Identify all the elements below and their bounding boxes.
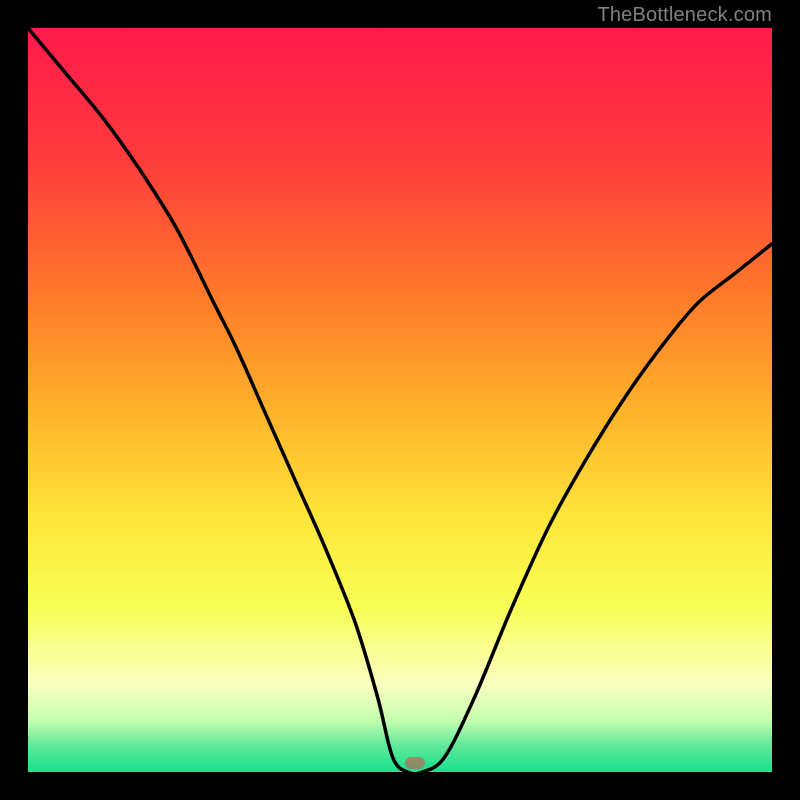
- chart-frame: TheBottleneck.com: [0, 0, 800, 800]
- plot-area: [28, 28, 772, 772]
- background-gradient: [28, 28, 772, 772]
- watermark-text: TheBottleneck.com: [597, 4, 772, 27]
